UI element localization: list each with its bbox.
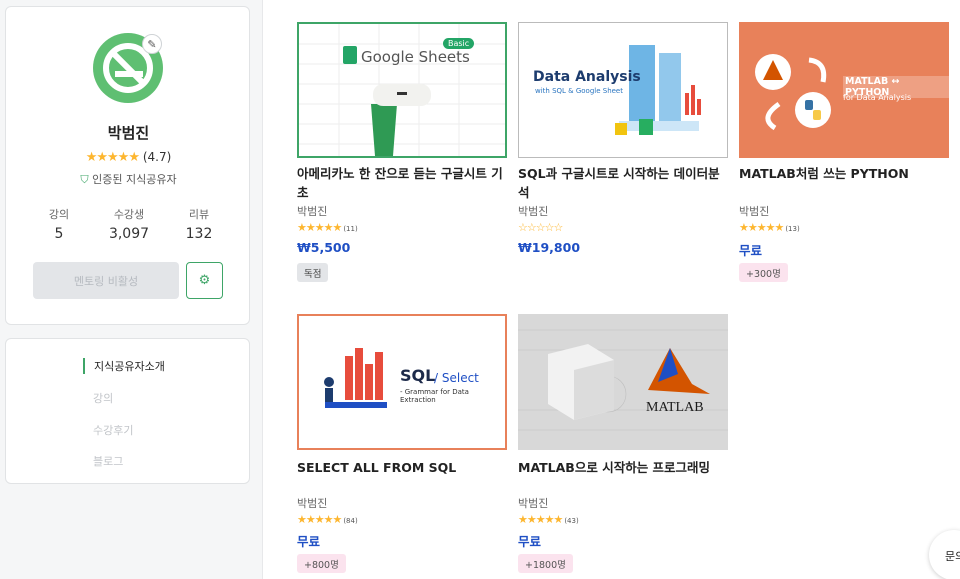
rating-value: (4.7) [142, 150, 172, 164]
course-card[interactable]: Google Sheets Basic 아메리카노 한 잔으로 듣는 구글시트 … [297, 22, 507, 292]
thumbnail-subtitle: for Data Analysis [843, 93, 912, 102]
thumbnail-title: SQL [400, 366, 436, 385]
course-thumbnail[interactable]: SQL / Select - Grammar for Data Extracti… [297, 314, 507, 450]
stat-label: 수강생 [113, 208, 145, 221]
course-rating: ★★★★★ (13) [739, 221, 800, 234]
course-instructor: 박범진 [739, 205, 770, 218]
instructor-sidebar: ✎ 박범진 ★★★★★ (4.7) ⛉ 인증된 지식공유자 강의 5 수강생 3… [0, 0, 263, 579]
course-title[interactable]: MATLAB처럼 쓰는 PYTHON [739, 164, 949, 183]
stat-courses: 강의 5 [24, 206, 94, 242]
instructor-menu: 지식공유자소개 강의 수강후기 블로그 [5, 338, 250, 484]
course-price: 무료 [297, 534, 321, 549]
rating-stars: ★★★★★ [518, 513, 563, 526]
course-instructor: 박범진 [518, 205, 549, 218]
gear-icon: ⚙ [198, 273, 211, 288]
course-price: ₩19,800 [518, 240, 581, 255]
course-rating: ★★★★★ (11) [297, 221, 358, 234]
stat-label: 리뷰 [188, 208, 210, 221]
mentoring-disabled-button[interactable]: 멘토링 비활성 [33, 262, 179, 299]
thumbnail-select-label: Select [441, 371, 479, 385]
course-card[interactable]: SQL / Select - Grammar for Data Extracti… [297, 314, 507, 579]
thumbnail-subtitle: with SQL & Google Sheet [535, 87, 623, 95]
thumbnail-badge: Basic [443, 38, 475, 49]
course-card[interactable]: MATLAB ↔ PYTHON for Data Analysis MATLAB… [739, 22, 949, 292]
thumbnail-subtitle-select: / Select [434, 371, 479, 385]
review-count: (13) [785, 225, 800, 233]
course-badge: +1800명 [518, 554, 573, 573]
course-badge: 독점 [297, 263, 329, 282]
verified-label: 인증된 지식공유자 [92, 173, 177, 186]
course-title[interactable]: SQL과 구글시트로 시작하는 데이터분석 [518, 164, 728, 202]
course-grid: Google Sheets Basic 아메리카노 한 잔으로 듣는 구글시트 … [264, 0, 960, 579]
menu-item-blog[interactable]: 블로그 [93, 453, 123, 469]
stat-students: 수강생 3,097 [94, 206, 164, 242]
menu-item-reviews[interactable]: 수강후기 [93, 422, 133, 438]
course-title[interactable]: SELECT ALL FROM SQL [297, 458, 507, 477]
instructor-rating: ★★★★★ (4.7) [6, 150, 251, 165]
course-instructor: 박범진 [297, 497, 328, 510]
course-thumbnail[interactable]: MATLAB ↔ PYTHON for Data Analysis [739, 22, 949, 158]
menu-item-intro[interactable]: 지식공유자소개 [83, 358, 165, 374]
course-card[interactable]: MATLAB MATLAB으로 시작하는 프로그래밍 박범진 ★★★★★ (43)… [518, 314, 728, 579]
thumbnail-title: MATLAB [646, 400, 704, 415]
course-price: 무료 [739, 243, 763, 258]
pencil-icon[interactable]: ✎ [142, 34, 162, 54]
menu-item-courses[interactable]: 강의 [93, 390, 113, 406]
rating-stars: ☆☆☆☆☆ [518, 221, 563, 234]
instructor-stats: 강의 5 수강생 3,097 리뷰 132 [24, 206, 234, 242]
verified-badge: ⛉ 인증된 지식공유자 [6, 171, 251, 187]
course-thumbnail[interactable]: Data Analysis with SQL & Google Sheet [518, 22, 728, 158]
course-rating: ☆☆☆☆☆ [518, 221, 563, 234]
course-thumbnail[interactable]: Google Sheets Basic [297, 22, 507, 158]
thumbnail-title: Data Analysis [533, 69, 641, 85]
course-rating: ★★★★★ (84) [297, 513, 358, 526]
rating-stars: ★★★★★ [297, 221, 342, 234]
course-instructor: 박범진 [297, 205, 328, 218]
stat-value: 3,097 [108, 226, 150, 242]
review-count: (43) [564, 517, 579, 525]
thumbnail-title: Google Sheets [361, 48, 470, 66]
course-badge: +800명 [297, 554, 346, 573]
course-rating: ★★★★★ (43) [518, 513, 579, 526]
course-instructor: 박범진 [518, 497, 549, 510]
course-badge: +300명 [739, 263, 788, 282]
course-title[interactable]: 아메리카노 한 잔으로 듣는 구글시트 기초 [297, 164, 507, 202]
course-title[interactable]: MATLAB으로 시작하는 프로그래밍 [518, 458, 728, 477]
review-count: (11) [343, 225, 358, 233]
profile-card: ✎ 박범진 ★★★★★ (4.7) ⛉ 인증된 지식공유자 강의 5 수강생 3… [5, 6, 250, 325]
course-thumbnail[interactable]: MATLAB [518, 314, 728, 450]
rating-stars: ★★★★★ [739, 221, 784, 234]
stat-label: 강의 [48, 208, 70, 221]
course-price: ₩5,500 [297, 240, 351, 255]
shield-check-icon: ⛉ [80, 173, 89, 186]
rating-stars: ★★★★★ [85, 150, 140, 165]
instructor-name: 박범진 [107, 124, 150, 142]
thumbnail-subtitle: - Grammar for Data Extraction [400, 388, 469, 404]
course-price: 무료 [518, 534, 542, 549]
settings-button[interactable]: ⚙ [186, 262, 223, 299]
stat-value: 132 [185, 226, 213, 242]
rating-stars: ★★★★★ [297, 513, 342, 526]
stat-value: 5 [54, 226, 64, 242]
course-card[interactable]: Data Analysis with SQL & Google Sheet SQ… [518, 22, 728, 292]
review-count: (84) [343, 517, 358, 525]
stat-reviews: 리뷰 132 [164, 206, 234, 242]
